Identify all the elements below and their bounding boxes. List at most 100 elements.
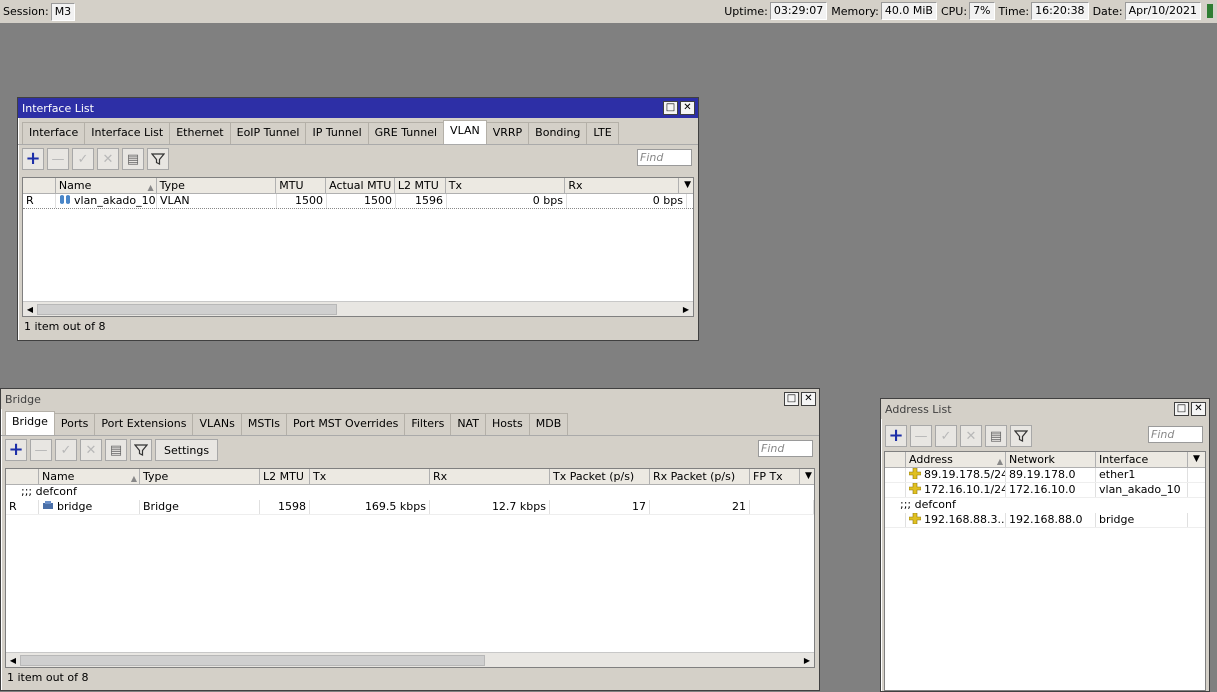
col-network[interactable]: Network [1006, 452, 1096, 467]
col-actual-mtu[interactable]: Actual MTU [326, 178, 395, 193]
scroll-left-icon[interactable]: ◀ [23, 305, 37, 314]
filter-icon[interactable] [147, 148, 169, 170]
settings-button[interactable]: Settings [155, 439, 219, 461]
tab-interface-list[interactable]: Interface List [84, 122, 171, 144]
tab-hosts[interactable]: Hosts [484, 413, 530, 435]
tab-bonding[interactable]: Bonding [528, 122, 588, 144]
col-flag[interactable] [6, 469, 39, 484]
add-icon[interactable]: + [5, 439, 27, 461]
date-label: Date: [1092, 4, 1123, 18]
column-menu-icon[interactable]: ▼ [1188, 452, 1202, 467]
vlan-icon [60, 195, 70, 204]
col-name[interactable]: Name ▲ [56, 178, 157, 193]
col-name[interactable]: Name ▲ [39, 469, 140, 484]
table-row[interactable]: 89.19.178.5/24 89.19.178.0 ether1 [885, 468, 1205, 483]
col-l2-mtu[interactable]: L2 MTU [395, 178, 446, 193]
row-network: 192.168.88.0 [1006, 513, 1096, 527]
tab-vlan[interactable]: VLAN [443, 120, 487, 144]
add-icon[interactable]: + [22, 148, 44, 170]
find-input[interactable]: Find [637, 149, 692, 166]
maximize-icon[interactable]: □ [663, 101, 678, 115]
col-l2-mtu[interactable]: L2 MTU [260, 469, 310, 484]
tab-mdb[interactable]: MDB [528, 413, 569, 435]
col-rx-packet[interactable]: Rx Packet (p/s) [650, 469, 750, 484]
col-tx-packet[interactable]: Tx Packet (p/s) [550, 469, 650, 484]
row-rx: 0 bps [567, 194, 687, 208]
bridge-titlebar[interactable]: Bridge □ ✕ [1, 389, 819, 409]
disable-icon[interactable]: ✕ [80, 439, 102, 461]
table-row[interactable]: R bridge Bridge 1598 169.5 kbps 12.7 kbp… [6, 500, 814, 515]
column-menu-icon[interactable]: ▼ [800, 469, 814, 484]
tab-nat[interactable]: NAT [450, 413, 486, 435]
row-tx: 169.5 kbps [310, 500, 430, 514]
enable-icon[interactable]: ✓ [935, 425, 957, 447]
row-flag: R [23, 194, 56, 208]
session-field[interactable]: M3 [50, 2, 76, 21]
scroll-thumb[interactable] [20, 654, 485, 666]
col-address[interactable]: Address ▲ [906, 452, 1006, 467]
remove-icon[interactable]: — [30, 439, 52, 461]
scroll-thumb[interactable] [37, 303, 337, 315]
col-fp-tx[interactable]: FP Tx [750, 469, 800, 484]
row-type: Bridge [140, 500, 260, 514]
col-flag[interactable] [23, 178, 56, 193]
tab-ip-tunnel[interactable]: IP Tunnel [305, 122, 369, 144]
filter-icon[interactable] [130, 439, 152, 461]
tab-ethernet[interactable]: Ethernet [169, 122, 231, 144]
tab-bridge[interactable]: Bridge [5, 411, 55, 435]
scroll-right-icon[interactable]: ▶ [679, 305, 693, 314]
col-tx[interactable]: Tx [310, 469, 430, 484]
comment-icon[interactable]: ▤ [105, 439, 127, 461]
tab-interface[interactable]: Interface [22, 122, 86, 144]
tab-gre-tunnel[interactable]: GRE Tunnel [367, 122, 445, 144]
tab-ports[interactable]: Ports [53, 413, 96, 435]
close-icon[interactable]: ✕ [801, 392, 816, 406]
tab-eoip-tunnel[interactable]: EoIP Tunnel [229, 122, 307, 144]
col-rx[interactable]: Rx [430, 469, 550, 484]
col-rx[interactable]: Rx [565, 178, 680, 193]
disable-icon[interactable]: ✕ [97, 148, 119, 170]
interface-list-titlebar[interactable]: Interface List □ ✕ [18, 98, 698, 118]
scroll-right-icon[interactable]: ▶ [800, 656, 814, 665]
table-row[interactable]: 192.168.88.3... 192.168.88.0 bridge [885, 513, 1205, 528]
address-list-titlebar[interactable]: Address List □ ✕ [881, 399, 1209, 419]
tab-mstis[interactable]: MSTIs [240, 413, 288, 435]
tab-port-extensions[interactable]: Port Extensions [94, 413, 194, 435]
maximize-icon[interactable]: □ [784, 392, 799, 406]
table-row[interactable]: R vlan_akado_10 VLAN 1500 1500 1596 0 bp… [23, 194, 693, 209]
tab-vrrp[interactable]: VRRP [485, 122, 530, 144]
find-input[interactable]: Find [1148, 426, 1203, 443]
table-row[interactable]: 172.16.10.1/24 172.16.10.0 vlan_akado_10 [885, 483, 1205, 498]
tab-lte[interactable]: LTE [586, 122, 619, 144]
close-icon[interactable]: ✕ [680, 101, 695, 115]
col-flag[interactable] [885, 452, 906, 467]
find-input[interactable]: Find [758, 440, 813, 457]
column-menu-icon[interactable]: ▼ [679, 178, 693, 193]
horizontal-scrollbar[interactable]: ◀ ▶ [23, 301, 693, 316]
comment-icon[interactable]: ▤ [122, 148, 144, 170]
tab-vlans[interactable]: VLANs [192, 413, 242, 435]
remove-icon[interactable]: — [910, 425, 932, 447]
col-type[interactable]: Type [140, 469, 260, 484]
tab-filters[interactable]: Filters [404, 413, 452, 435]
bridge-grid: Name ▲ Type L2 MTU Tx Rx Tx Packet (p/s) … [5, 468, 815, 668]
comment-icon[interactable]: ▤ [985, 425, 1007, 447]
tab-port-mst-overrides[interactable]: Port MST Overrides [286, 413, 406, 435]
col-tx[interactable]: Tx [446, 178, 566, 193]
add-icon[interactable]: + [885, 425, 907, 447]
horizontal-scrollbar[interactable]: ◀ ▶ [6, 652, 814, 667]
window-title: Interface List [22, 101, 94, 115]
scroll-left-icon[interactable]: ◀ [6, 656, 20, 665]
col-mtu[interactable]: MTU [276, 178, 327, 193]
row-address: 172.16.10.1/24 [906, 483, 1006, 497]
maximize-icon[interactable]: □ [1174, 402, 1189, 416]
col-type[interactable]: Type [157, 178, 277, 193]
col-interface[interactable]: Interface [1096, 452, 1188, 467]
uptime-label: Uptime: [724, 4, 768, 18]
enable-icon[interactable]: ✓ [72, 148, 94, 170]
remove-icon[interactable]: — [47, 148, 69, 170]
close-icon[interactable]: ✕ [1191, 402, 1206, 416]
disable-icon[interactable]: ✕ [960, 425, 982, 447]
filter-icon[interactable] [1010, 425, 1032, 447]
enable-icon[interactable]: ✓ [55, 439, 77, 461]
